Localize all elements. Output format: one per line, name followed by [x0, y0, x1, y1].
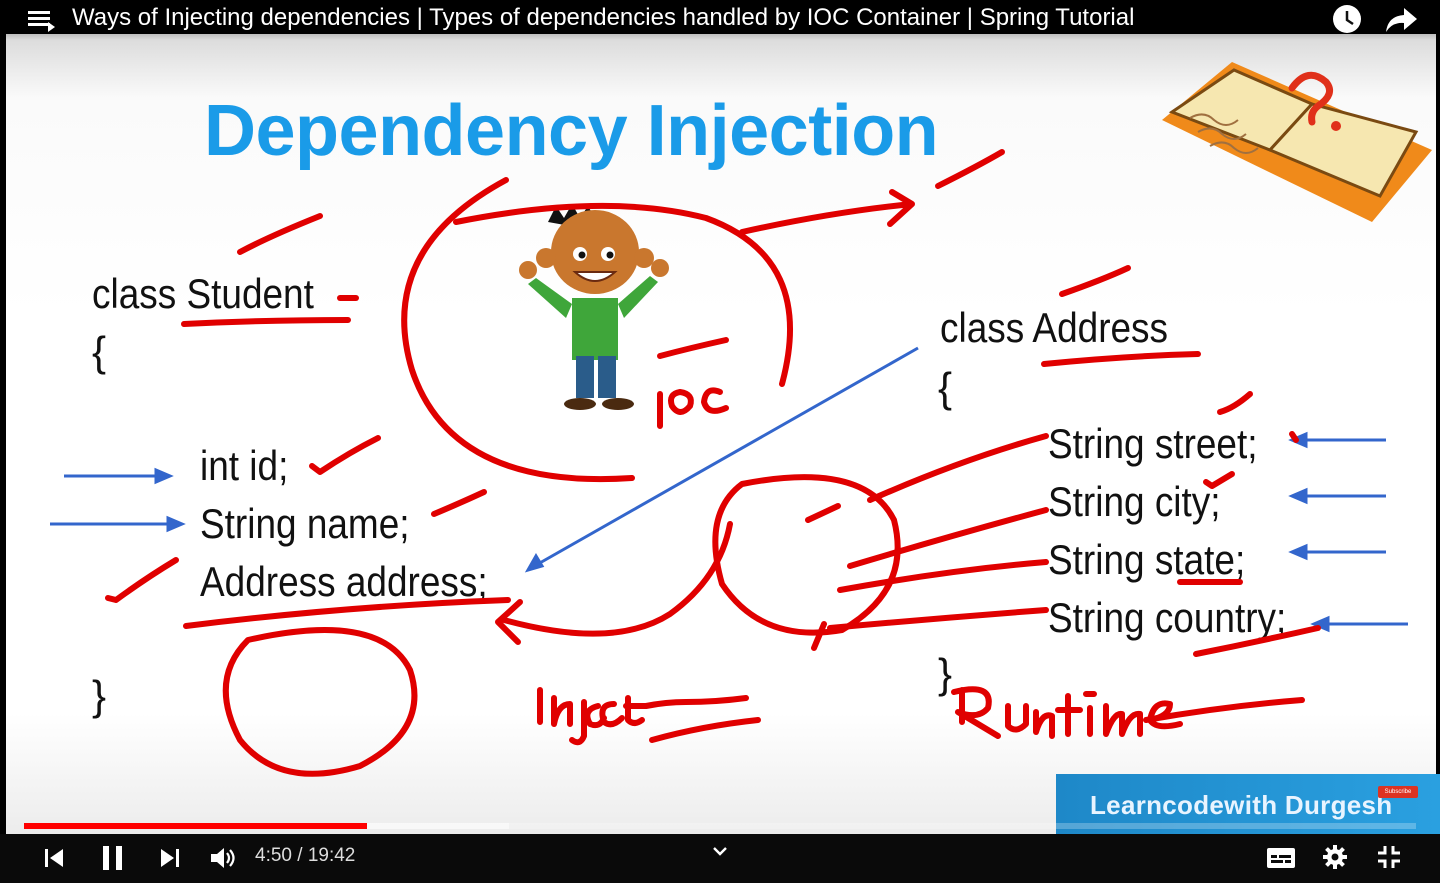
gear-icon[interactable]: [1322, 844, 1348, 870]
slide-drawings: [50, 62, 1432, 777]
captions-icon[interactable]: [1266, 846, 1296, 870]
clock-icon[interactable]: [1332, 4, 1362, 34]
subscribe-badge[interactable]: Subscribe: [1378, 786, 1418, 798]
volume-icon[interactable]: [208, 844, 236, 872]
cartoon-boy-illustration: [519, 204, 669, 410]
next-icon[interactable]: [158, 846, 182, 870]
share-icon[interactable]: [1384, 6, 1418, 34]
chevron-down-icon[interactable]: [710, 844, 730, 858]
player-controls: [0, 834, 1440, 883]
blue-arrows: [50, 346, 1408, 633]
pause-icon[interactable]: [100, 844, 126, 872]
previous-icon[interactable]: [42, 846, 66, 870]
progress-played: [24, 823, 367, 829]
channel-name: Learncodewith Durgesh: [1090, 790, 1393, 820]
time-display: 4:50 / 19:42: [255, 845, 356, 866]
video-title[interactable]: Ways of Injecting dependencies | Types o…: [72, 4, 1134, 32]
exit-fullscreen-icon[interactable]: [1376, 844, 1402, 870]
video-player[interactable]: Dependency Injection class Student { int…: [0, 0, 1440, 883]
book-illustration: [1162, 62, 1432, 222]
playlist-menu-icon[interactable]: [28, 8, 56, 32]
progress-bar[interactable]: [24, 823, 1416, 829]
